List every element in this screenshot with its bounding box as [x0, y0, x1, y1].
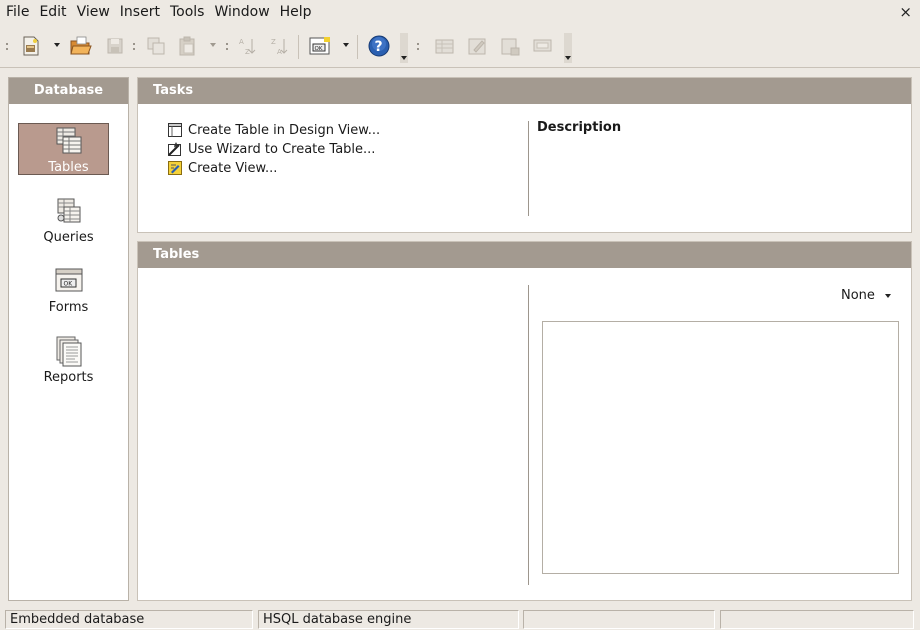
menu-window[interactable]: Window — [209, 0, 274, 25]
sidebar-item-label: Queries — [43, 230, 94, 245]
task-label: Create View... — [188, 160, 278, 176]
status-cell-4 — [720, 610, 914, 629]
task-label: Use Wizard to Create Table... — [188, 141, 376, 157]
create-view-icon — [168, 161, 182, 175]
form-dropdown-arrow-icon[interactable] — [341, 40, 351, 50]
sidebar-item-tables[interactable]: Tables — [9, 123, 128, 175]
status-engine: HSQL database engine — [258, 610, 519, 629]
task-label: Create Table in Design View... — [188, 122, 381, 138]
table-design-icon — [168, 123, 182, 137]
standard-toolbar: A Z Z A OK ? — [0, 25, 920, 68]
reports-icon — [53, 335, 85, 367]
wizard-icon — [168, 142, 181, 156]
svg-text:A: A — [239, 38, 244, 46]
tasks-panel: Tasks Create Table in Design View... Use… — [137, 77, 912, 233]
svg-text:A: A — [277, 48, 282, 56]
toolbar-grip — [416, 42, 420, 52]
description-title: Description — [537, 120, 622, 135]
preview-area — [542, 321, 899, 574]
status-bar: Embedded database HSQL database engine — [0, 609, 920, 630]
delete-icon[interactable] — [497, 33, 523, 59]
save-icon[interactable] — [102, 33, 128, 59]
sidebar-item-label: Forms — [48, 300, 89, 315]
menu-file[interactable]: File — [0, 0, 34, 25]
preview-mode-value: None — [841, 288, 875, 303]
menu-edit[interactable]: Edit — [34, 0, 71, 25]
forms-icon: OK — [53, 265, 85, 297]
tasks-divider — [528, 121, 529, 216]
toolbar-separator — [357, 35, 358, 59]
sidebar-item-forms[interactable]: OK Forms — [9, 265, 128, 315]
svg-text:Z: Z — [245, 48, 250, 56]
sidebar-item-label: Tables — [48, 160, 89, 175]
menu-tools[interactable]: Tools — [165, 0, 210, 25]
toolbar-grip[interactable] — [5, 42, 9, 52]
edit-icon[interactable] — [464, 33, 490, 59]
menu-insert[interactable]: Insert — [115, 0, 165, 25]
database-panel: Database Tables Queries OK Forms Reports — [8, 77, 129, 601]
table-icon[interactable] — [431, 33, 457, 59]
menu-view[interactable]: View — [72, 0, 115, 25]
svg-text:OK: OK — [315, 46, 323, 52]
rename-icon[interactable] — [529, 33, 555, 59]
close-document-icon[interactable]: × — [899, 3, 912, 21]
database-panel-title: Database — [9, 78, 128, 104]
form-design-icon[interactable]: OK — [307, 33, 333, 59]
task-create-table-design[interactable]: Create Table in Design View... — [167, 121, 380, 139]
svg-text:Z: Z — [271, 38, 276, 46]
task-create-view[interactable]: Create View... — [167, 159, 277, 177]
svg-text:OK: OK — [63, 281, 73, 288]
help-icon[interactable]: ? — [366, 33, 392, 59]
new-icon[interactable] — [18, 33, 44, 59]
status-database-type: Embedded database — [5, 610, 253, 629]
chevron-down-icon — [884, 293, 891, 298]
menu-bar: File Edit View Insert Tools Window Help … — [0, 0, 920, 25]
tables-panel: Tables None — [137, 241, 912, 601]
menu-help[interactable]: Help — [275, 0, 317, 25]
toolbar-separator — [298, 35, 299, 59]
tables-divider — [528, 285, 529, 585]
svg-text:?: ? — [375, 39, 383, 55]
toolbar-grip — [132, 42, 136, 52]
copy-icon[interactable] — [143, 33, 169, 59]
paste-dropdown-arrow-icon[interactable] — [208, 40, 218, 50]
sidebar-item-queries[interactable]: Queries — [9, 195, 128, 245]
toolbar-grip — [225, 42, 229, 52]
new-dropdown-arrow-icon[interactable] — [52, 40, 62, 50]
tables-panel-title: Tables — [138, 242, 911, 268]
sort-ascending-icon[interactable]: A Z — [234, 33, 260, 59]
open-icon[interactable] — [68, 33, 94, 59]
task-table-wizard[interactable]: Use Wizard to Create Table... — [167, 140, 375, 158]
preview-mode-select[interactable]: None — [841, 288, 891, 303]
tables-icon — [53, 125, 85, 157]
sidebar-item-reports[interactable]: Reports — [9, 335, 128, 385]
status-cell-3 — [523, 610, 715, 629]
sidebar-item-label: Reports — [43, 370, 94, 385]
sort-descending-icon[interactable]: Z A — [266, 33, 292, 59]
queries-icon — [53, 195, 85, 227]
paste-icon[interactable] — [174, 33, 200, 59]
tasks-panel-title: Tasks — [138, 78, 911, 104]
